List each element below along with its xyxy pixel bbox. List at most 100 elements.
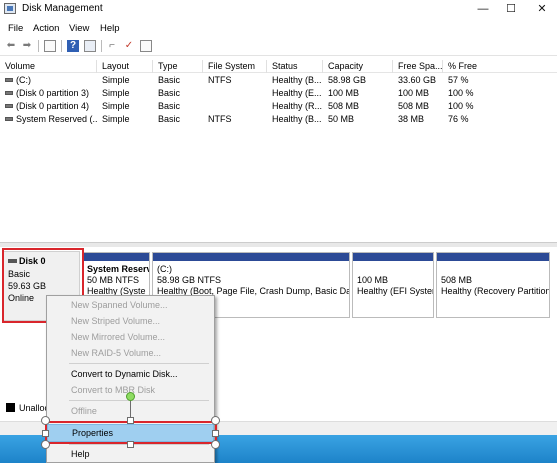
type-cell: Basic xyxy=(158,114,181,124)
volume-cell: (Disk 0 partition 4) xyxy=(0,100,97,113)
close-button[interactable]: ✕ xyxy=(527,0,557,19)
resize-handle-bottom-left[interactable] xyxy=(41,440,50,449)
menu-item-new-raid5-volume[interactable]: New RAID-5 Volume... xyxy=(47,345,214,361)
menu-help[interactable]: Help xyxy=(100,23,120,34)
partition-bar xyxy=(353,253,433,261)
resize-handle-top-left[interactable] xyxy=(41,416,50,425)
partition-size: 100 MB xyxy=(357,275,389,285)
volume-cell: (C:) xyxy=(0,74,97,87)
percent-free-cell: 57 % xyxy=(448,75,469,85)
maximize-button[interactable]: ☐ xyxy=(496,0,526,19)
column-status[interactable]: Status xyxy=(267,60,323,73)
file-system-cell: NTFS xyxy=(208,114,232,124)
volume-cell: (Disk 0 partition 3) xyxy=(0,87,97,100)
type-cell: Basic xyxy=(158,101,181,111)
check-icon[interactable]: ✓ xyxy=(123,40,135,52)
partition-bar xyxy=(153,253,349,261)
volume-icon xyxy=(5,91,13,95)
toolbar-separator xyxy=(38,40,39,52)
file-system-cell xyxy=(203,100,267,113)
free-space-cell: 508 MB xyxy=(398,101,430,111)
status-cell: Healthy (B... xyxy=(272,114,322,124)
status-cell: Healthy (B... xyxy=(272,75,322,85)
volume-icon xyxy=(5,117,13,121)
status-cell: Healthy (R... xyxy=(272,101,323,111)
capacity-cell: 100 MB xyxy=(328,88,360,98)
file-system-cell xyxy=(203,87,267,100)
layout-cell: Simple xyxy=(102,101,130,111)
partition-status: Healthy (EFI Syster xyxy=(357,286,434,296)
back-arrow-icon[interactable]: ⬅ xyxy=(5,40,17,52)
menu-item-new-mirrored-volume[interactable]: New Mirrored Volume... xyxy=(47,329,214,345)
free-space-cell: 33.60 GB xyxy=(398,75,437,85)
column-free-space[interactable]: Free Spa... xyxy=(393,60,443,73)
help-icon[interactable]: ? xyxy=(67,40,79,52)
partition-size: 50 MB NTFS xyxy=(87,275,140,285)
unallocated-swatch xyxy=(6,403,15,412)
menu-separator xyxy=(69,444,209,445)
status-cell: Healthy (E... xyxy=(272,88,322,98)
resize-handle-top[interactable] xyxy=(127,417,134,424)
toolbar-separator xyxy=(101,40,102,52)
menu-item-convert-to-dynamic-disk[interactable]: Convert to Dynamic Disk... xyxy=(47,366,214,382)
free-space-cell: 38 MB xyxy=(398,114,425,124)
menu-item-new-striped-volume[interactable]: New Striped Volume... xyxy=(47,313,214,329)
show-hide-console-tree-icon[interactable] xyxy=(44,40,56,52)
menu-file[interactable]: File xyxy=(8,23,23,34)
partition-size: 58.98 GB NTFS xyxy=(157,275,222,285)
resize-handle-bottom[interactable] xyxy=(127,441,134,448)
forward-arrow-icon[interactable]: ➡ xyxy=(21,40,33,52)
column-type[interactable]: Type xyxy=(153,60,203,73)
volume-icon xyxy=(5,104,13,108)
properties-icon[interactable] xyxy=(84,40,96,52)
window-title: Disk Management xyxy=(22,3,103,14)
volume-list-header: Volume Layout Type File System Status Ca… xyxy=(0,60,557,73)
layout-cell: Simple xyxy=(102,114,130,124)
percent-free-cell: 76 % xyxy=(448,114,469,124)
column-file-system[interactable]: File System xyxy=(203,60,267,73)
percent-free-cell: 100 % xyxy=(448,101,474,111)
menu-action[interactable]: Action xyxy=(33,23,59,34)
layout-cell: Simple xyxy=(102,88,130,98)
partition-recovery[interactable]: 508 MB Healthy (Recovery Partition xyxy=(436,252,550,318)
type-cell: Basic xyxy=(158,75,181,85)
menu-separator xyxy=(69,363,209,364)
partition-name: (C:) xyxy=(157,264,172,274)
table-row[interactable]: (Disk 0 partition 3) Simple Basic Health… xyxy=(0,87,557,100)
table-row[interactable]: System Reserved (... Simple Basic NTFS H… xyxy=(0,113,557,126)
layout-cell: Simple xyxy=(102,75,130,85)
table-row[interactable]: (Disk 0 partition 4) Simple Basic Health… xyxy=(0,100,557,113)
list-view-icon[interactable] xyxy=(140,40,152,52)
menu-item-help[interactable]: Help xyxy=(47,446,214,462)
legend-unallocated: Unalloc xyxy=(6,403,49,413)
connect-disk-icon[interactable]: ⌐ xyxy=(106,40,118,52)
menu-view[interactable]: View xyxy=(69,23,89,34)
partition-efi[interactable]: 100 MB Healthy (EFI Syster xyxy=(352,252,434,318)
free-space-cell: 100 MB xyxy=(398,88,430,98)
resize-handle-left[interactable] xyxy=(42,430,49,437)
toolbar-separator xyxy=(61,40,62,52)
resize-handle-bottom-right[interactable] xyxy=(211,440,220,449)
menu-bar: File Action View Help xyxy=(0,20,557,36)
partition-name: System Reserv xyxy=(87,264,150,274)
percent-free-cell: 100 % xyxy=(448,88,474,98)
column-capacity[interactable]: Capacity xyxy=(323,60,393,73)
rotation-handle[interactable] xyxy=(126,392,135,401)
resize-handle-right[interactable] xyxy=(212,430,219,437)
column-volume[interactable]: Volume xyxy=(0,60,97,73)
minimize-button[interactable]: — xyxy=(468,0,498,19)
partition-bar xyxy=(83,253,149,261)
toolbar: ⬅ ➡ ? ⌐ ✓ xyxy=(0,37,557,56)
menu-item-new-spanned-volume[interactable]: New Spanned Volume... xyxy=(47,297,214,313)
column-layout[interactable]: Layout xyxy=(97,60,153,73)
disk-management-app-icon xyxy=(4,3,16,14)
partition-bar xyxy=(437,253,549,261)
partition-status: Healthy (Recovery Partition xyxy=(441,286,550,296)
title-bar: Disk Management — ☐ ✕ xyxy=(0,0,557,19)
capacity-cell: 508 MB xyxy=(328,101,360,111)
capacity-cell: 58.98 GB xyxy=(328,75,367,85)
column-percent-free[interactable]: % Free xyxy=(443,60,557,73)
table-row[interactable]: (C:) Simple Basic NTFS Healthy (B... 58.… xyxy=(0,74,557,87)
resize-handle-top-right[interactable] xyxy=(211,416,220,425)
partition-size: 508 MB xyxy=(441,275,473,285)
